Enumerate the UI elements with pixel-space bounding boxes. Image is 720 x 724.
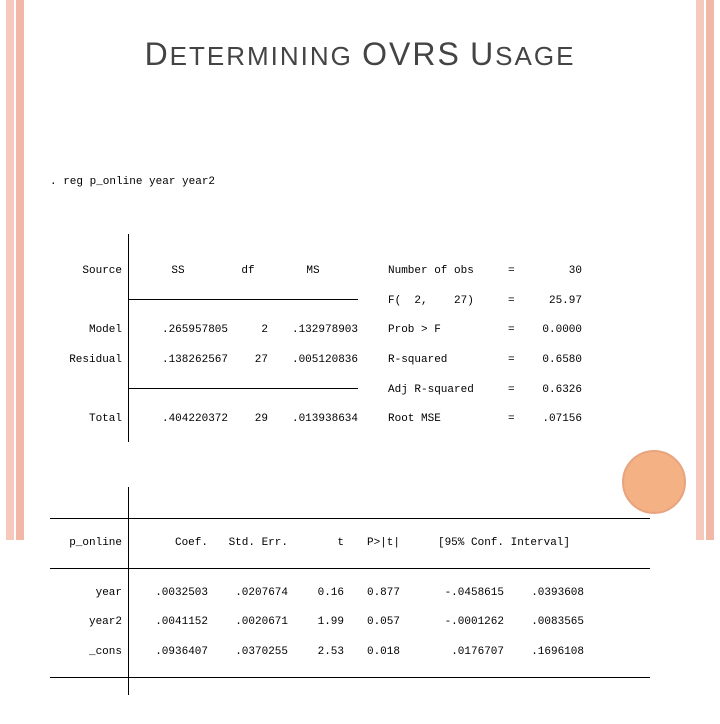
anova-hr: Adj R-squared=0.6326 [50,383,650,398]
coef-hr-mid [50,568,650,569]
col-t: t [288,536,344,551]
stata-command: . reg p_online year year2 [50,175,650,190]
cell: .0041152 [128,615,208,630]
cell: year2 [50,615,128,630]
stat-value: 0.6580 [522,353,582,368]
stat-label: Adj R-squared [388,383,508,398]
col-ss: SS [128,264,228,279]
cell: .005120836 [268,353,358,368]
stat-label: R-squared [388,353,508,368]
stat-eq: = [508,383,522,398]
col-se: Std. Err. [208,536,288,551]
coef-row: year2.0041152.00206711.990.057 -.0001262.… [50,615,650,630]
stripe [6,0,14,540]
stripe [706,0,714,540]
cell: .132978903 [268,323,358,338]
anova-hr: F( 2, 27)=25.97 [50,294,650,309]
cell: 0.877 [344,586,400,601]
cell: 29 [228,412,268,427]
cell: .404220372 [128,412,228,427]
col-coef: Coef. [128,536,208,551]
anova-row-model: Model.2659578052.132978903 Prob > F=0.000… [50,323,650,338]
stat-eq: = [508,323,522,338]
stat-value: 0.6326 [522,383,582,398]
cell: .0207674 [208,586,288,601]
cell: .0936407 [128,645,208,660]
cell: Residual [50,353,128,368]
col-p: P>|t| [344,536,400,551]
stripe [696,0,704,540]
table-vline [128,487,129,695]
coef-row: _cons.0936407.03702552.530.018 .0176707.1… [50,645,650,660]
title-text: ETERMINING [170,41,353,71]
stat-value: 0.0000 [522,323,582,338]
stat-value: .07156 [522,412,582,427]
cell: _cons [50,645,128,660]
cell: 27 [228,353,268,368]
stat-value: 25.97 [522,294,582,309]
cell: 0.16 [288,586,344,601]
cell: .138262567 [128,353,228,368]
title-cap: U [470,36,495,72]
stat-value: 30 [522,264,582,279]
cell: 1.99 [288,615,344,630]
cell: -.0458615 [424,586,504,601]
cell: .1696108 [504,645,584,660]
cell: year [50,586,128,601]
coef-header: p_onlineCoef.Std. Err.tP>|t| [95% Conf. I… [50,536,650,551]
col-ms: MS [268,264,358,279]
stata-output: . reg p_online year year2 SourceSSdfMS Nu… [50,160,650,724]
title-word2: OVRS [362,36,461,72]
cell: .0083565 [504,615,584,630]
anova-row-total: Total.40422037229.013938634 Root MSE=.071… [50,412,650,427]
coef-row: year.0032503.02076740.160.877 -.0458615.0… [50,586,650,601]
anova-row-residual: Residual.13826256727.005120836 R-squared=… [50,353,650,368]
anova-header: SourceSSdfMS Number of obs=30 [50,264,650,279]
coef-table: p_onlineCoef.Std. Err.tP>|t| [95% Conf. I… [50,487,650,695]
slide-title: DETERMINING OVRS USAGE [0,36,720,73]
col-source: Source [50,264,128,279]
col-df: df [228,264,268,279]
cell: -.0001262 [424,615,504,630]
right-border-stripes [690,0,714,540]
stat-eq: = [508,353,522,368]
left-border-stripes [6,0,30,540]
decorative-circle [622,450,686,514]
coef-depvar: p_online [50,536,128,551]
cell: 2.53 [288,645,344,660]
title-text: SAGE [495,41,575,71]
stat-eq: = [508,294,522,309]
table-vline [128,234,129,442]
cell: .0176707 [424,645,504,660]
stat-eq: = [508,412,522,427]
slide: DETERMINING OVRS USAGE . reg p_online ye… [0,0,720,540]
stat-eq: = [508,264,522,279]
title-cap: D [145,36,170,72]
cell: 2 [228,323,268,338]
cell: .013938634 [268,412,358,427]
coef-hr-bottom [50,677,650,678]
cell: 0.057 [344,615,400,630]
cell: Model [50,323,128,338]
stat-label: F( 2, 27) [388,294,508,309]
cell: .265957805 [128,323,228,338]
stat-label: Number of obs [388,264,508,279]
cell: .0020671 [208,615,288,630]
stat-label: Prob > F [388,323,508,338]
cell: Total [50,412,128,427]
stat-label: Root MSE [388,412,508,427]
col-ci: [95% Conf. Interval] [424,536,584,551]
cell: .0370255 [208,645,288,660]
stripe [16,0,24,540]
cell: 0.018 [344,645,400,660]
anova-table: SourceSSdfMSNumber of obs=30 F( 2, 27)=2… [50,234,650,442]
cell: .0393608 [504,586,584,601]
cell: .0032503 [128,586,208,601]
coef-hr-top [50,518,650,519]
